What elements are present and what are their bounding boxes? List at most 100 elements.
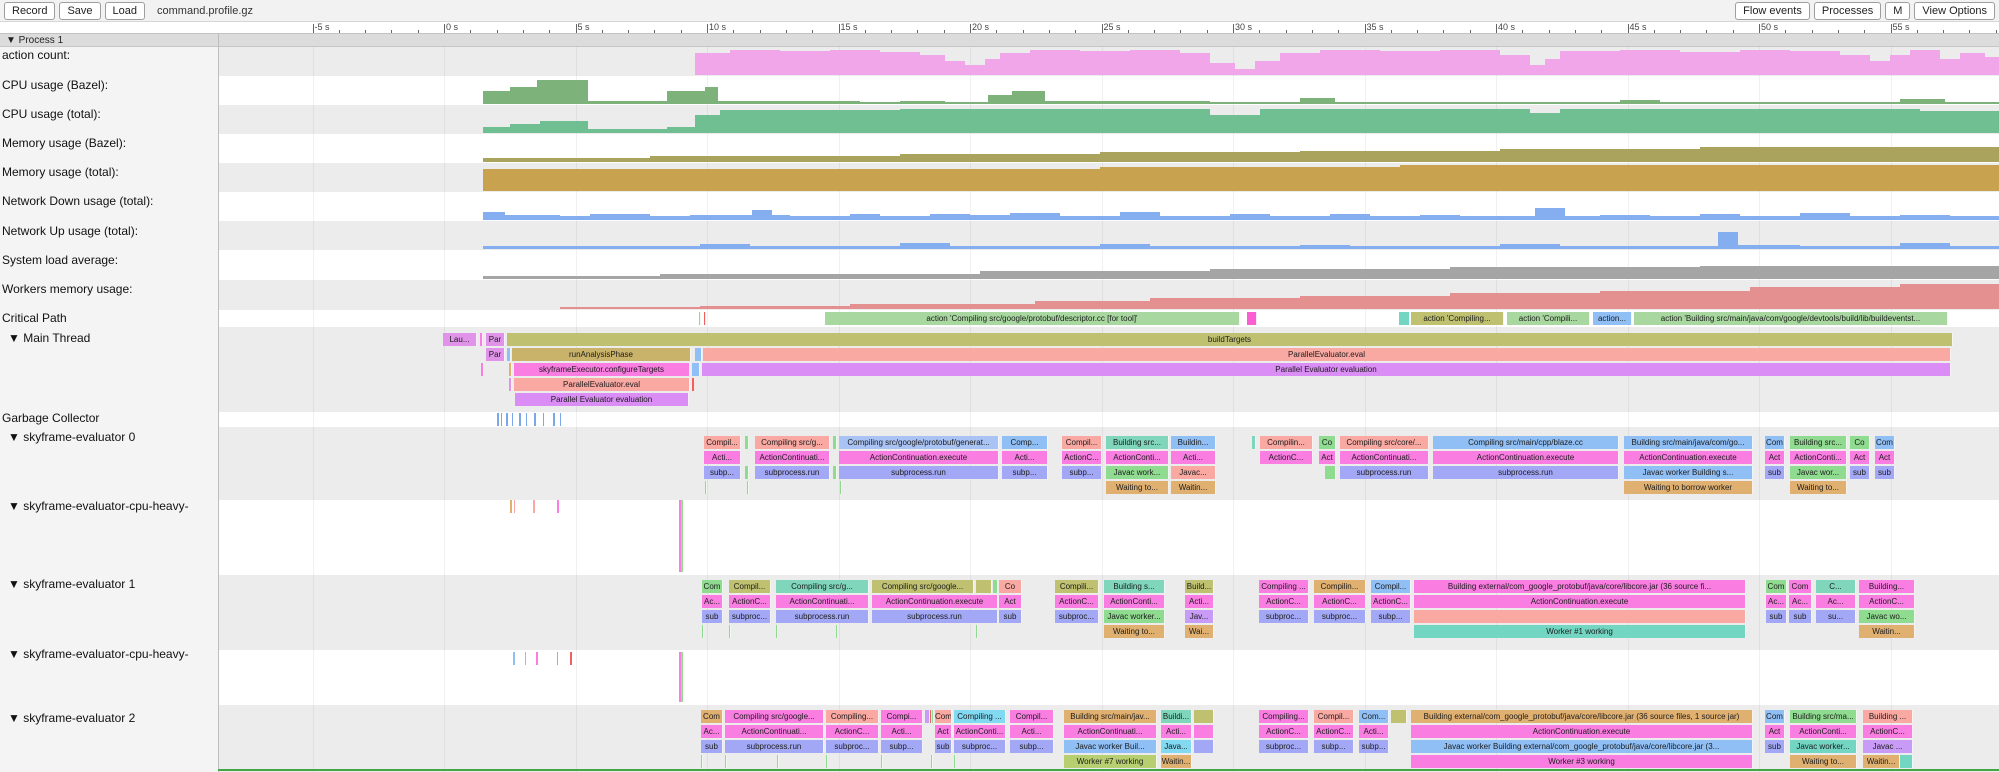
trace-event[interactable]: Act bbox=[1850, 451, 1870, 464]
track-label-memory-usage-bazel[interactable]: Memory usage (Bazel): bbox=[2, 136, 210, 150]
trace-event[interactable]: Building... bbox=[1859, 580, 1915, 593]
trace-event[interactable]: Javac ... bbox=[1863, 740, 1913, 753]
trace-event[interactable]: Waiting to... bbox=[1790, 481, 1847, 494]
trace-event[interactable]: action... bbox=[1593, 312, 1632, 325]
trace-event[interactable]: Compiling src/core/... bbox=[1340, 436, 1429, 449]
trace-event[interactable]: ActionContinuation.execute bbox=[1414, 595, 1746, 608]
trace-event[interactable] bbox=[704, 312, 706, 325]
trace-event[interactable]: subp... bbox=[1314, 740, 1354, 753]
trace-event[interactable]: Javac worker... bbox=[1790, 740, 1857, 753]
trace-event[interactable]: subprocess.run bbox=[725, 740, 824, 753]
trace-event[interactable]: subprocess.run bbox=[872, 610, 998, 623]
track-label-system-load-average[interactable]: System load average: bbox=[2, 253, 210, 267]
trace-event[interactable]: Compil... bbox=[1010, 710, 1054, 723]
trace-event[interactable]: Build... bbox=[1185, 580, 1214, 593]
trace-event[interactable]: Com bbox=[1875, 436, 1895, 449]
trace-event[interactable] bbox=[881, 755, 883, 768]
trace-event[interactable] bbox=[747, 481, 749, 494]
trace-event[interactable]: ActionContinuati... bbox=[755, 451, 830, 464]
trace-event[interactable]: ActionConti... bbox=[1790, 451, 1847, 464]
trace-event[interactable]: Compiling src/google... bbox=[872, 580, 974, 593]
trace-event[interactable]: Building src/ma... bbox=[1790, 710, 1857, 723]
trace-event[interactable]: subproc... bbox=[1055, 610, 1099, 623]
trace-event[interactable] bbox=[699, 312, 701, 325]
trace-event[interactable]: Building src/main/java/com/go... bbox=[1624, 436, 1753, 449]
trace-event[interactable]: buildTargets bbox=[507, 333, 1953, 346]
trace-event[interactable]: ParallelEvaluator.eval bbox=[514, 378, 690, 391]
trace-event[interactable] bbox=[1414, 610, 1746, 623]
track-label-cpu-usage-bazel[interactable]: CPU usage (Bazel): bbox=[2, 78, 210, 92]
trace-event[interactable]: subproc... bbox=[1259, 610, 1309, 623]
trace-event[interactable]: Com bbox=[701, 710, 723, 723]
trace-event[interactable] bbox=[836, 625, 838, 638]
trace-event[interactable]: Ac... bbox=[1789, 595, 1812, 608]
trace-event[interactable]: Waiting to... bbox=[1790, 755, 1857, 768]
trace-event[interactable]: runAnalysisPhase bbox=[512, 348, 691, 361]
trace-event[interactable] bbox=[993, 580, 998, 593]
trace-event[interactable] bbox=[976, 580, 992, 593]
trace-event[interactable]: Parallel Evaluator evaluation bbox=[515, 393, 689, 406]
trace-event[interactable]: ActionContinuation.execute bbox=[872, 595, 998, 608]
track-label-main-thread[interactable]: ▼ Main Thread bbox=[8, 331, 216, 345]
trace-event[interactable]: action 'Compiling... bbox=[1411, 312, 1504, 325]
trace-event[interactable]: Compilin... bbox=[1314, 580, 1366, 593]
trace-event[interactable] bbox=[1399, 312, 1410, 325]
track-label-skyframe-evaluator-2[interactable]: ▼ skyframe-evaluator 2 bbox=[8, 711, 216, 725]
trace-event[interactable]: ActionC... bbox=[1259, 595, 1309, 608]
trace-event[interactable] bbox=[692, 378, 695, 391]
trace-event[interactable]: Parallel Evaluator evaluation bbox=[702, 363, 1951, 376]
trace-event[interactable]: Com... bbox=[1359, 710, 1389, 723]
track-label-skyframe-evaluator-1[interactable]: ▼ skyframe-evaluator 1 bbox=[8, 577, 216, 591]
trace-event[interactable]: ActionC... bbox=[1260, 451, 1313, 464]
trace-event[interactable]: Building ... bbox=[1863, 710, 1913, 723]
trace-event[interactable]: subp... bbox=[1359, 740, 1389, 753]
trace-event[interactable]: Co bbox=[1319, 436, 1336, 449]
trace-event[interactable]: Building src... bbox=[1106, 436, 1169, 449]
trace-event[interactable]: Compil... bbox=[704, 436, 741, 449]
trace-event[interactable]: Javac wo... bbox=[1859, 610, 1915, 623]
track-label-action-count[interactable]: action count: bbox=[2, 48, 210, 62]
trace-event[interactable]: Acti... bbox=[881, 725, 923, 738]
trace-event[interactable]: Javac wor... bbox=[1790, 466, 1847, 479]
trace-event[interactable]: subp... bbox=[1002, 466, 1048, 479]
timeline-ruler[interactable] bbox=[0, 22, 1999, 33]
trace-event[interactable] bbox=[729, 625, 731, 638]
trace-event[interactable] bbox=[976, 625, 978, 638]
trace-event[interactable]: Acti... bbox=[1185, 595, 1214, 608]
trace-event[interactable]: sub bbox=[1875, 466, 1895, 479]
track-label-skyframe-evaluator-0[interactable]: ▼ skyframe-evaluator 0 bbox=[8, 430, 216, 444]
trace-event[interactable] bbox=[695, 348, 702, 361]
trace-event[interactable]: Com bbox=[1789, 580, 1812, 593]
trace-event[interactable]: Ac... bbox=[702, 595, 723, 608]
trace-event[interactable]: subproc... bbox=[1314, 610, 1366, 623]
trace-event[interactable] bbox=[1252, 436, 1256, 449]
trace-event[interactable]: sub bbox=[1789, 610, 1812, 623]
trace-event[interactable]: Co bbox=[999, 580, 1022, 593]
trace-event[interactable]: sub bbox=[702, 610, 723, 623]
trace-event[interactable]: action 'Compiling src/google/protobuf/de… bbox=[825, 312, 1240, 325]
trace-event[interactable] bbox=[507, 348, 511, 361]
trace-event[interactable]: sub bbox=[999, 610, 1022, 623]
trace-event[interactable]: ActionContinuati... bbox=[776, 595, 869, 608]
trace-event[interactable] bbox=[509, 378, 512, 391]
trace-event[interactable]: ActionContinuati... bbox=[725, 725, 824, 738]
trace-event[interactable] bbox=[1900, 755, 1913, 768]
trace-event[interactable]: Compiling ... bbox=[954, 710, 1006, 723]
trace-event[interactable]: Worker #3 working bbox=[1411, 755, 1753, 768]
trace-event[interactable]: sub bbox=[1765, 466, 1785, 479]
trace-event[interactable]: Com bbox=[1765, 710, 1785, 723]
trace-event[interactable]: Compiling src/google/protobuf/generat... bbox=[839, 436, 999, 449]
trace-event[interactable]: Com bbox=[702, 580, 723, 593]
trace-event[interactable]: Compiling src/main/cpp/blaze.cc bbox=[1433, 436, 1619, 449]
track-label-network-down-usage-total[interactable]: Network Down usage (total): bbox=[2, 194, 210, 208]
trace-event[interactable]: Building s... bbox=[1104, 580, 1165, 593]
trace-event[interactable]: subprocess.run bbox=[839, 466, 999, 479]
trace-event[interactable]: ActionC... bbox=[1314, 725, 1354, 738]
trace-event[interactable]: ActionConti... bbox=[1106, 451, 1169, 464]
trace-event[interactable]: Compiling ... bbox=[1259, 580, 1309, 593]
trace-event[interactable]: ActionConti... bbox=[1104, 595, 1165, 608]
processes-button[interactable]: Processes bbox=[1814, 2, 1881, 20]
track-label-skyframe-evaluator-cpu-heavy[interactable]: ▼ skyframe-evaluator-cpu-heavy- bbox=[8, 499, 216, 513]
metadata-button[interactable]: M bbox=[1885, 2, 1910, 20]
trace-event[interactable] bbox=[1391, 710, 1407, 723]
